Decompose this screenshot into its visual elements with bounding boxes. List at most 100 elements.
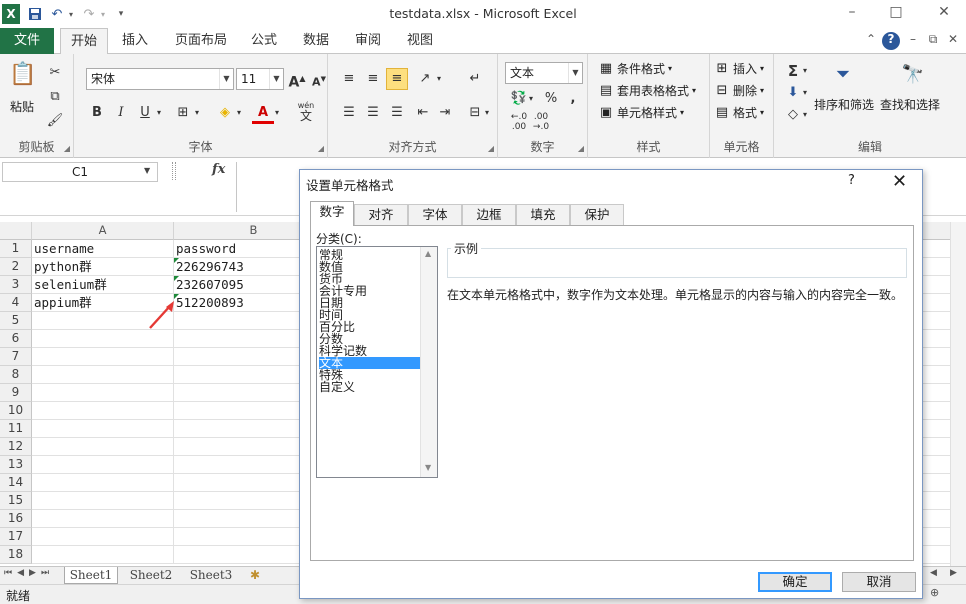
phonetic-icon[interactable]: wén 文 <box>292 100 320 122</box>
scroll-up-icon[interactable]: ▲ <box>425 249 431 258</box>
orientation-icon[interactable]: ↗ <box>414 68 436 90</box>
cell-styles-button[interactable]: ▣ 单元格样式 ▾ <box>598 104 684 121</box>
sheet-tab-sheet2[interactable]: Sheet2 <box>124 567 178 584</box>
decrease-decimal-icon[interactable]: .00 →.0 <box>530 112 552 134</box>
tab-data[interactable]: 数据 <box>294 28 338 54</box>
vertical-scrollbar[interactable] <box>950 222 966 566</box>
row-header[interactable]: 15 <box>0 492 32 510</box>
grid-cell[interactable]: username <box>32 240 174 258</box>
hscroll-left-icon[interactable]: ◀ <box>930 568 937 578</box>
grid-cell[interactable] <box>32 384 174 402</box>
align-right-icon[interactable]: ☰ <box>386 102 408 124</box>
ok-button[interactable]: 确定 <box>758 572 832 592</box>
insert-cells-button[interactable]: ⊞ 插入 ▾ <box>714 60 764 77</box>
align-left-icon[interactable]: ☰ <box>338 102 360 124</box>
column-header-a[interactable]: A <box>32 222 174 240</box>
borders-icon[interactable]: ⊞ <box>172 102 194 124</box>
font-name-combo[interactable]: 宋体 ▼ <box>86 68 234 90</box>
wb-restore-icon[interactable]: ⧉ <box>924 32 942 50</box>
category-list[interactable]: 常规 数值 货币 会计专用 日期 时间 百分比 分数 科学记数 文本 特殊 自定义 ▲ ▼ <box>316 246 438 478</box>
borders-dropdown-icon[interactable]: ▾ <box>192 102 202 124</box>
category-scrollbar[interactable]: ▲ ▼ <box>420 247 437 477</box>
merge-dropdown-icon[interactable]: ▾ <box>482 102 492 124</box>
grid-cell[interactable] <box>32 546 174 564</box>
row-header[interactable]: 13 <box>0 456 32 474</box>
font-color-dropdown-icon[interactable]: ▾ <box>272 102 282 124</box>
dialog-help-button[interactable]: ? <box>848 173 855 188</box>
italic-button[interactable]: I <box>110 102 132 124</box>
font-color-icon[interactable]: A <box>252 102 274 124</box>
align-bottom-icon[interactable]: ≡ <box>386 68 408 90</box>
clear-dropdown-icon[interactable]: ▾ <box>800 104 810 126</box>
align-middle-icon[interactable]: ≡ <box>362 68 384 90</box>
chevron-down-icon[interactable]: ▼ <box>568 63 582 83</box>
conditional-format-button[interactable]: ▦ 条件格式 ▾ <box>598 60 672 77</box>
row-header[interactable]: 8 <box>0 366 32 384</box>
alignment-launcher-icon[interactable]: ◢ <box>488 144 494 153</box>
help-icon[interactable]: ? <box>882 32 900 50</box>
sort-filter-button[interactable]: 排序和筛选 <box>814 96 874 113</box>
paste-icon[interactable]: 📋 <box>8 60 38 92</box>
chevron-down-icon[interactable]: ▼ <box>219 69 233 89</box>
hscroll-right-icon[interactable]: ▶ <box>950 568 957 578</box>
sheet-tab-sheet1[interactable]: Sheet1 <box>64 567 118 584</box>
grid-cell[interactable] <box>32 402 174 420</box>
orientation-dropdown-icon[interactable]: ▾ <box>434 68 444 90</box>
underline-dropdown-icon[interactable]: ▾ <box>154 102 164 124</box>
cancel-button[interactable]: 取消 <box>842 572 916 592</box>
percent-button[interactable]: % <box>540 88 562 110</box>
tab-alignment[interactable]: 对齐 <box>354 204 408 225</box>
row-header[interactable]: 18 <box>0 546 32 564</box>
align-top-icon[interactable]: ≡ <box>338 68 360 90</box>
row-header[interactable]: 17 <box>0 528 32 546</box>
cut-icon[interactable]: ✂ <box>44 62 66 84</box>
paste-button[interactable]: 粘贴 <box>10 98 34 115</box>
decrease-indent-icon[interactable]: ⇤ <box>412 102 434 124</box>
number-launcher-icon[interactable]: ◢ <box>578 144 584 153</box>
grid-cell[interactable] <box>32 456 174 474</box>
row-header[interactable]: 16 <box>0 510 32 528</box>
fill-dropdown-icon[interactable]: ▾ <box>800 82 810 104</box>
fill-color-icon[interactable]: ◈ <box>214 102 236 124</box>
underline-button[interactable]: U <box>134 102 156 124</box>
font-launcher-icon[interactable]: ◢ <box>318 144 324 153</box>
row-header[interactable]: 2 <box>0 258 32 276</box>
dialog-close-button[interactable]: ✕ <box>892 171 907 192</box>
grid-cell[interactable] <box>32 528 174 546</box>
increase-indent-icon[interactable]: ⇥ <box>434 102 456 124</box>
bold-button[interactable]: B <box>86 102 108 124</box>
tab-fill[interactable]: 填充 <box>516 204 570 225</box>
grid-cell[interactable] <box>32 474 174 492</box>
number-format-combo[interactable]: 文本 ▼ <box>505 62 583 84</box>
format-painter-icon[interactable]: 🖌 <box>44 110 66 132</box>
autosum-dropdown-icon[interactable]: ▾ <box>800 60 810 82</box>
tab-protection[interactable]: 保护 <box>570 204 624 225</box>
clipboard-launcher-icon[interactable]: ◢ <box>64 144 70 153</box>
grid-cell[interactable] <box>32 366 174 384</box>
insert-function-icon[interactable]: fx <box>212 162 225 177</box>
select-all-corner[interactable] <box>0 222 32 240</box>
wrap-text-icon[interactable]: ↵ <box>464 68 486 90</box>
copy-icon[interactable]: ⧉ <box>44 86 66 108</box>
comma-button[interactable]: , <box>562 88 584 110</box>
tab-border[interactable]: 边框 <box>462 204 516 225</box>
grid-cell[interactable] <box>32 348 174 366</box>
ribbon-collapse-icon[interactable]: ⌃ <box>862 32 880 50</box>
row-header[interactable]: 11 <box>0 420 32 438</box>
row-header[interactable]: 14 <box>0 474 32 492</box>
row-header[interactable]: 1 <box>0 240 32 258</box>
name-box[interactable]: C1 <box>2 162 158 182</box>
row-header[interactable]: 9 <box>0 384 32 402</box>
tab-font[interactable]: 字体 <box>408 204 462 225</box>
row-header[interactable]: 3 <box>0 276 32 294</box>
grid-cell[interactable] <box>32 420 174 438</box>
minimize-button[interactable]: – <box>838 4 866 24</box>
sheet-nav-icons[interactable]: ⏮◀▶⏭ <box>4 568 54 578</box>
tab-number[interactable]: 数字 <box>310 201 354 226</box>
accounting-dropdown-icon[interactable]: ▾ <box>526 88 536 110</box>
tab-formulas[interactable]: 公式 <box>242 28 286 54</box>
tab-page-layout[interactable]: 页面布局 <box>166 28 236 54</box>
wb-minimize-icon[interactable]: – <box>904 32 922 50</box>
sheet-tab-sheet3[interactable]: Sheet3 <box>184 567 238 584</box>
chevron-down-icon[interactable]: ▼ <box>269 69 283 89</box>
